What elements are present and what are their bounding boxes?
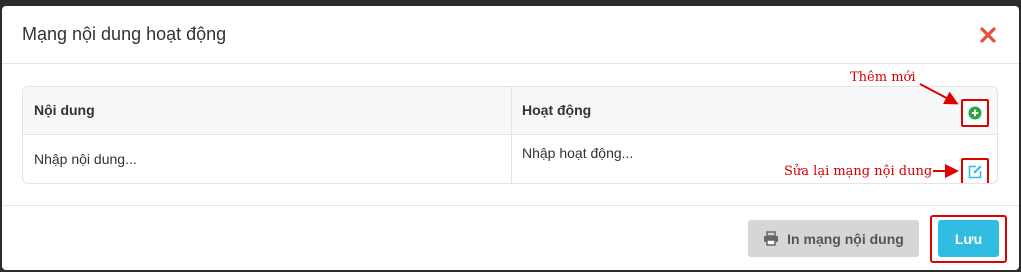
edit-button[interactable] xyxy=(961,158,989,183)
header-content: Nội dung xyxy=(34,102,95,118)
annotation-edit: Sửa lại mạng nội dung xyxy=(784,164,933,179)
column-divider xyxy=(511,87,512,183)
table-header: Nội dung Hoạt động xyxy=(23,87,997,135)
print-button-label: In mạng nội dung xyxy=(787,230,904,247)
content-input[interactable]: Nhập nội dung... xyxy=(34,151,137,167)
activity-input[interactable]: Nhập hoạt động... xyxy=(522,145,633,161)
close-icon xyxy=(980,27,996,43)
header-activity: Hoạt động xyxy=(522,102,592,118)
printer-icon xyxy=(764,231,779,246)
modal-title: Mạng nội dung hoạt động xyxy=(22,24,227,44)
annotation-add-new: Thêm mới xyxy=(850,70,916,85)
close-button[interactable] xyxy=(979,26,997,44)
modal-header: Mạng nội dung hoạt động xyxy=(2,6,1019,64)
modal-dialog: Mạng nội dung hoạt động Nội dung Hoạt độ… xyxy=(2,6,1019,270)
plus-circle-icon xyxy=(968,106,982,120)
save-button[interactable]: Lưu xyxy=(938,220,999,257)
add-row-button[interactable] xyxy=(961,99,989,127)
print-button[interactable]: In mạng nội dung xyxy=(748,220,919,257)
edit-icon xyxy=(968,165,982,179)
modal-footer: In mạng nội dung Lưu xyxy=(2,205,1019,270)
